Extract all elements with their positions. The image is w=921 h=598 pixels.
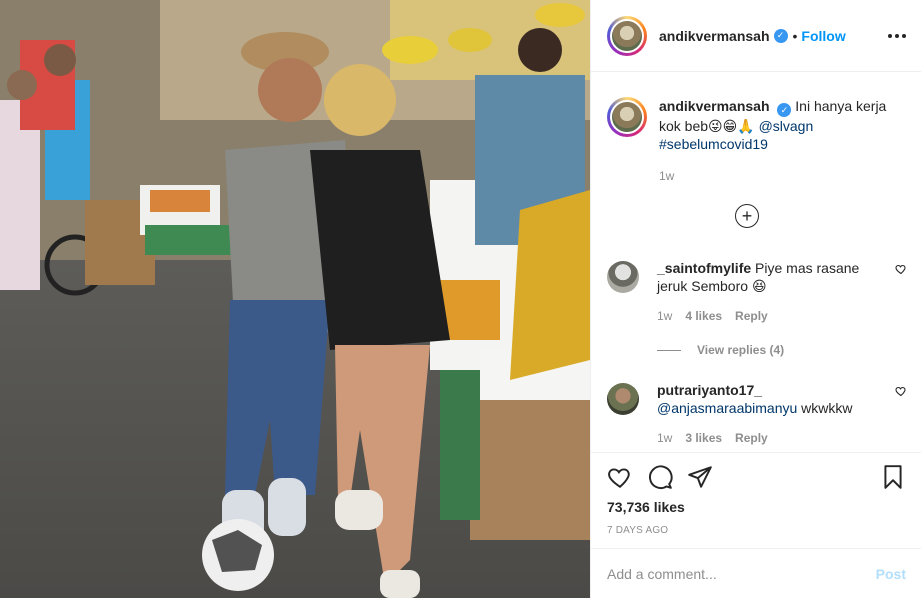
- post-photo-image: [0, 0, 590, 598]
- comment-avatar[interactable]: [607, 383, 639, 415]
- comment-meta: 1w 3 likes Reply: [657, 429, 877, 447]
- comment-avatar[interactable]: [607, 261, 639, 293]
- post-time-ago[interactable]: 7 DAYS AGO: [607, 525, 906, 536]
- view-replies-button[interactable]: View replies (4): [657, 343, 784, 357]
- post-actions: 73,736 likes 7 DAYS AGO: [591, 452, 921, 547]
- comments-section[interactable]: andikvermansah ✓ Ini hanya kerja kok beb…: [591, 73, 921, 451]
- comment-like-heart-icon[interactable]: [895, 385, 907, 397]
- comment-text: wkwkkw: [801, 400, 853, 416]
- follow-button[interactable]: Follow: [801, 28, 845, 44]
- caption-mention[interactable]: @slvagn: [759, 118, 814, 134]
- comment-body: _saintofmylife Piye mas rasane jeruk Sem…: [657, 259, 877, 325]
- caption-avatar[interactable]: [607, 97, 647, 137]
- caption-emojis: 😜😁🙏: [708, 118, 755, 134]
- save-bookmark-icon[interactable]: [880, 464, 906, 490]
- caption-username[interactable]: andikvermansah: [659, 98, 770, 114]
- caption: andikvermansah ✓ Ini hanya kerja kok beb…: [607, 97, 906, 185]
- comment-likes[interactable]: 4 likes: [685, 307, 722, 325]
- add-comment-bar: Post: [591, 548, 921, 598]
- comment-meta: 1w 4 likes Reply: [657, 307, 877, 325]
- post-header: andikvermansah ✓ • Follow: [591, 0, 921, 72]
- caption-time[interactable]: 1w: [659, 167, 899, 185]
- post-comment-button[interactable]: Post: [876, 566, 906, 582]
- load-more-comments-icon[interactable]: +: [735, 204, 759, 228]
- comment-mention[interactable]: @anjasmaraabimanyu: [657, 400, 797, 416]
- share-paper-plane-icon[interactable]: [687, 464, 713, 490]
- comment-likes[interactable]: 3 likes: [685, 429, 722, 447]
- author-avatar-image: [610, 18, 644, 53]
- post-photo[interactable]: [0, 0, 590, 598]
- comment-emoji: 😆: [751, 278, 767, 294]
- caption-body: andikvermansah ✓ Ini hanya kerja kok beb…: [659, 97, 899, 185]
- more-options-icon[interactable]: [885, 24, 909, 48]
- separator-dot: •: [792, 27, 798, 44]
- comment-time[interactable]: 1w: [657, 307, 672, 325]
- comment-username[interactable]: _saintofmylife: [657, 260, 751, 276]
- comment-username[interactable]: putrariyanto17_: [657, 382, 762, 398]
- caption-verified-badge-icon: ✓: [777, 103, 792, 117]
- instagram-post-modal: andikvermansah ✓ • Follow andikvermansah…: [0, 0, 921, 598]
- post-side-panel: andikvermansah ✓ • Follow andikvermansah…: [590, 0, 921, 598]
- comment-bubble-icon[interactable]: [647, 464, 673, 490]
- action-icons: [607, 453, 906, 501]
- author-username[interactable]: andikvermansah: [659, 28, 770, 44]
- comment-input[interactable]: [607, 565, 876, 582]
- caption-avatar-image: [610, 100, 644, 134]
- comment-like-heart-icon[interactable]: [895, 263, 907, 275]
- comment-reply-button[interactable]: Reply: [735, 429, 768, 447]
- author-avatar[interactable]: [607, 15, 647, 56]
- verified-badge-icon: ✓: [773, 28, 788, 43]
- caption-hashtag[interactable]: #sebelumcovid19: [659, 136, 768, 152]
- likes-count[interactable]: 73,736 likes: [607, 499, 906, 515]
- comment-reply-button[interactable]: Reply: [735, 307, 768, 325]
- comment-body: putrariyanto17_ @anjasmaraabimanyu wkwkk…: [657, 381, 877, 447]
- view-replies-label: View replies (4): [697, 343, 785, 357]
- view-replies-line: [657, 349, 681, 351]
- like-heart-icon[interactable]: [607, 464, 633, 490]
- comment-item: _saintofmylife Piye mas rasane jeruk Sem…: [607, 259, 907, 325]
- comment-item: putrariyanto17_ @anjasmaraabimanyu wkwkk…: [607, 381, 907, 447]
- comment-time[interactable]: 1w: [657, 429, 672, 447]
